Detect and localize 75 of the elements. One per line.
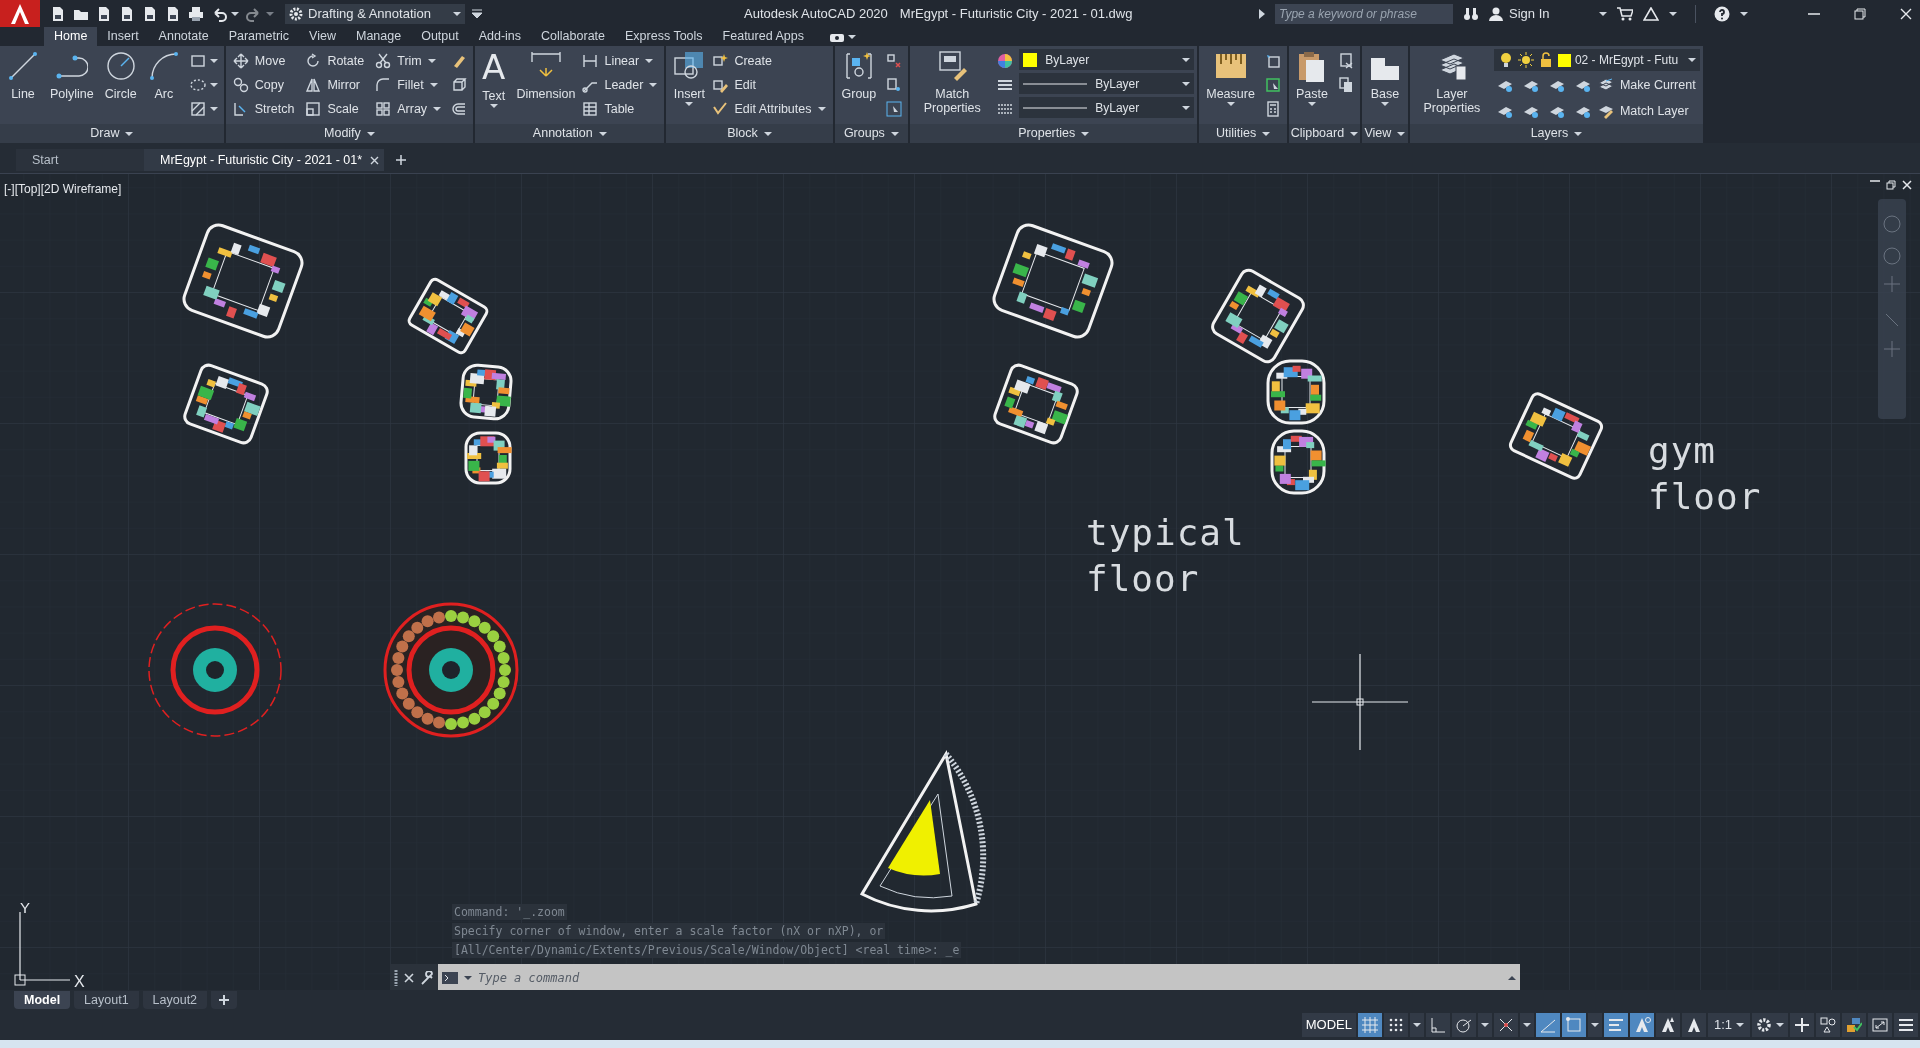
drawing-text-label: typical floor — [1086, 511, 1246, 601]
ribbon-tab[interactable]: Home — [44, 27, 98, 46]
axis-label: X — [74, 972, 85, 990]
ribbon-tab[interactable]: Output — [411, 27, 469, 46]
panel-title[interactable]: Draw — [0, 124, 224, 143]
annotation-scale-dropdown[interactable]: 1:1 — [1707, 1013, 1750, 1037]
ribbon-tool-button[interactable]: Array — [375, 97, 446, 121]
ribbon-tab[interactable]: Express Tools — [615, 27, 713, 46]
layout-tab[interactable]: Layout1 — [74, 991, 139, 1009]
ribbon-tool-button[interactable]: Make Current — [1597, 73, 1700, 97]
ribbon-tool-button[interactable]: Fillet — [375, 73, 446, 97]
panel-title[interactable]: View — [1361, 124, 1408, 143]
panel-title[interactable]: Layers — [1409, 124, 1703, 143]
ribbon-tool-button[interactable]: Paste — [1291, 46, 1332, 124]
property-dropdown[interactable]: ByLayer — [1019, 49, 1195, 70]
panel-title[interactable]: Annotation — [475, 124, 665, 143]
property-dropdown[interactable]: ByLayer — [1019, 73, 1195, 94]
ribbon-tool-button[interactable]: Create — [712, 49, 830, 73]
panel-title[interactable]: Clipboard — [1288, 124, 1360, 143]
command-line-field[interactable]: Type a command — [438, 964, 1520, 990]
ribbon-tab[interactable]: Manage — [345, 27, 412, 46]
panel-title[interactable]: Properties — [910, 124, 1198, 143]
app-title: Autodesk AutoCAD 2020 — [744, 4, 888, 23]
ribbon-tool-button[interactable]: Insert — [669, 46, 710, 124]
ribbon-tool-button[interactable]: Edit — [712, 73, 830, 97]
file-tab[interactable]: Start — [16, 149, 144, 171]
ribbon-tool-button[interactable]: Stretch — [232, 97, 299, 121]
ribbon-tool-button[interactable]: Mirror — [305, 73, 369, 97]
property-dropdown[interactable]: ByLayer — [1019, 97, 1195, 118]
ribbon-tool-button[interactable]: Arc — [143, 46, 184, 124]
layout-tab[interactable]: Model — [14, 991, 71, 1009]
layout-tab[interactable]: Layout2 — [142, 991, 208, 1009]
ribbon-tab[interactable]: View — [299, 27, 346, 46]
panel-title[interactable]: Groups — [834, 124, 909, 143]
ribbon-tool-button[interactable]: Rotate — [305, 49, 369, 73]
layer-dropdown[interactable]: 02 - MrEgypt - Futu — [1493, 49, 1700, 71]
command-input-field[interactable]: Type a command — [478, 969, 1502, 987]
file-tab[interactable]: MrEgypt - Futuristic City - 2021 - 01* — [144, 149, 384, 171]
ribbon-tab[interactable]: Add-ins — [468, 27, 532, 46]
ribbon-tool-button[interactable]: Leader — [582, 73, 662, 97]
panel-title[interactable]: Utilities — [1199, 124, 1287, 143]
search-field[interactable]: Type a keyword or phrase — [1275, 3, 1453, 24]
ribbon-tab[interactable]: Collaborate — [531, 27, 615, 46]
ribbon-tool-button[interactable]: Table — [582, 97, 662, 121]
ribbon-tool-button[interactable]: Move — [232, 49, 299, 73]
viewport-controls[interactable]: [-][Top][2D Wireframe] — [4, 180, 122, 198]
ribbon-tool-button[interactable]: Base — [1364, 46, 1405, 124]
ribbon-tool-button[interactable]: Polyline — [46, 46, 98, 124]
ribbon-tool-button[interactable]: Layer Properties — [1412, 46, 1491, 124]
ribbon-tool-button[interactable]: Linear — [582, 49, 662, 73]
ribbon-tab[interactable]: Parametric — [218, 27, 300, 46]
document-title: MrEgypt - Futuristic City - 2021 - 01.dwg — [899, 4, 1133, 23]
ribbon-tool-button[interactable]: A Text — [478, 46, 510, 124]
ribbon-tab[interactable]: Annotate — [148, 27, 219, 46]
axis-label: Y — [20, 898, 30, 918]
ribbon-tool-button[interactable]: Dimension — [512, 46, 580, 124]
panel-title[interactable]: Modify — [225, 124, 474, 143]
ribbon-tab[interactable]: Insert — [97, 27, 149, 46]
ribbon-tool-button[interactable]: Trim — [375, 49, 446, 73]
model-space-button[interactable]: MODEL — [1301, 1013, 1356, 1037]
text-tool-glyph: A — [482, 50, 506, 84]
ribbon-tool-button[interactable]: Scale — [305, 97, 369, 121]
ribbon-tool-button[interactable]: Group — [837, 46, 881, 124]
ribbon-tool-button[interactable]: Line — [3, 46, 43, 124]
sign-in-button[interactable]: Sign In — [1489, 3, 1607, 24]
ribbon-tool-button[interactable]: Copy — [232, 73, 299, 97]
workspace-dropdown[interactable]: Drafting & Annotation — [285, 3, 465, 24]
ribbon-tab[interactable]: Featured Apps — [712, 27, 814, 46]
ribbon-tool-button[interactable]: Measure — [1202, 46, 1259, 124]
ribbon-tool-button[interactable]: Circle — [100, 46, 141, 124]
ribbon-tool-button[interactable]: Match Properties — [913, 46, 992, 124]
drawing-text-label: gym floor — [1648, 429, 1763, 519]
ribbon-tool-button[interactable]: Match Layer — [1597, 99, 1693, 123]
ribbon-tool-button[interactable]: Edit Attributes — [712, 97, 830, 121]
panel-title[interactable]: Block — [666, 124, 833, 143]
